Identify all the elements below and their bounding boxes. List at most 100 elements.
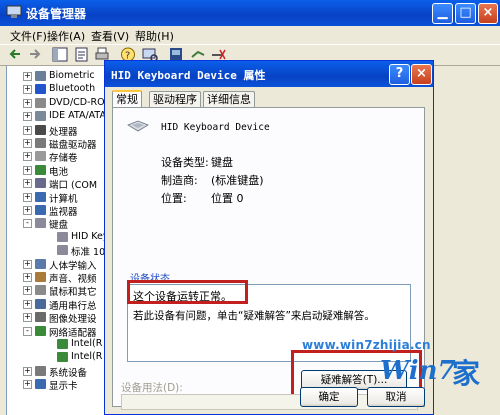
status-hint: 若此设备有问题，单击“疑难解答”来启动疑难解答。 <box>133 310 375 322</box>
expand-icon[interactable]: + <box>23 192 32 202</box>
device-category-icon <box>57 352 68 363</box>
manufacturer-value: (标准键盘) <box>211 174 264 187</box>
expand-icon[interactable]: + <box>23 366 32 376</box>
dialog-title-bar[interactable]: HID Keyboard Device 属性 ? × <box>105 61 433 87</box>
minimize-icon: ▁ <box>437 5 448 20</box>
devmgr-title: 设备管理器 <box>26 7 87 21</box>
tree-item-label: 磁盘驱动器 <box>49 140 97 151</box>
collapse-icon[interactable]: - <box>23 326 32 336</box>
maximize-icon: □ <box>459 5 472 20</box>
tree-item-label: 计算机 <box>49 193 78 205</box>
menu-action[interactable]: 操作(A) <box>47 28 85 44</box>
device-category-icon <box>35 71 46 81</box>
tree-item-label: Intel(R <box>71 351 103 363</box>
expand-icon[interactable]: + <box>23 152 32 162</box>
tab-details[interactable]: 详细信息 <box>203 91 255 108</box>
expand-icon[interactable]: + <box>23 112 32 122</box>
tree-item-label: 图像处理设 <box>49 314 97 326</box>
expand-icon[interactable]: + <box>23 72 32 81</box>
menu-help[interactable]: 帮助(H) <box>135 28 174 44</box>
tree-item-label: Intel(R <box>71 338 103 349</box>
device-category-icon <box>35 298 46 309</box>
general-panel: HID Keyboard Device 设备类型: 键盘 制造商: (标准键盘)… <box>112 107 425 410</box>
tree-item-label: 系统设备 <box>49 367 88 379</box>
tab-driver[interactable]: 驱动程序 <box>149 91 201 108</box>
device-usage-label: 设备用法(D): <box>121 382 183 394</box>
tree-item-label: 键盘 <box>49 220 69 232</box>
tree-item-label: 显示卡 <box>49 381 78 393</box>
collapse-icon[interactable]: - <box>23 219 32 229</box>
menu-bar: 文件(F) 操作(A) 查看(V) 帮助(H) <box>0 26 500 44</box>
cancel-button[interactable]: 取消 <box>367 387 425 407</box>
expand-icon[interactable]: + <box>23 380 32 390</box>
expand-icon[interactable]: + <box>23 259 32 269</box>
ok-button[interactable]: 确定 <box>300 387 358 407</box>
device-category-icon <box>35 138 46 148</box>
tree-item-label: HID Key <box>71 230 107 242</box>
device-category-icon <box>35 151 46 162</box>
device-category-icon <box>35 272 46 282</box>
tree-item-label: 处理器 <box>49 126 78 138</box>
device-tree[interactable]: + Biometric + Bluetooth + DVD/CD-ROM + IDE ATA/… <box>6 66 107 415</box>
tree-item-label: 声音、视频 <box>49 274 97 285</box>
tree-item-label: Biometric <box>49 70 95 81</box>
device-category-icon <box>35 365 46 376</box>
keyboard-icon <box>127 120 149 132</box>
tree-item-label: DVD/CD-ROM <box>49 96 107 108</box>
device-type-label: 设备类型: <box>161 156 209 169</box>
dialog-help-button[interactable]: ? <box>389 64 410 85</box>
back-icon[interactable] <box>8 47 24 62</box>
tree-item-label: 标准 10 <box>71 247 106 259</box>
dialog-title: HID Keyboard Device 属性 <box>111 69 266 82</box>
expand-icon[interactable]: + <box>23 313 32 323</box>
console-tree-icon[interactable] <box>52 47 68 62</box>
expand-icon[interactable]: + <box>23 165 32 175</box>
device-category-icon <box>35 379 46 390</box>
watermark-logo-char: 家 <box>452 357 481 390</box>
watermark-logo: Win7 家 <box>380 350 492 390</box>
expand-icon[interactable]: + <box>23 206 32 215</box>
status-highlight-box <box>127 280 248 304</box>
device-category-icon <box>35 285 46 296</box>
expand-icon[interactable]: + <box>23 179 32 189</box>
forward-icon[interactable] <box>26 47 42 62</box>
maximize-button[interactable]: □ <box>455 3 476 24</box>
properties-icon[interactable] <box>74 47 90 62</box>
minimize-button[interactable]: ▁ <box>432 3 453 24</box>
device-category-icon <box>35 325 46 336</box>
tree-item-label: 端口 (COM <box>49 180 98 192</box>
devmgr-title-bar[interactable]: 设备管理器 ▁ □ × <box>0 0 500 26</box>
device-category-icon <box>35 97 46 108</box>
location-label: 位置: <box>161 192 187 205</box>
tree-item-label: 鼠标和其它 <box>49 287 97 299</box>
device-category-icon <box>35 124 46 135</box>
devmgr-close-button[interactable]: × <box>478 3 498 24</box>
expand-icon[interactable]: + <box>23 98 32 108</box>
device-category-icon <box>57 245 68 256</box>
location-value: 位置 0 <box>211 192 244 205</box>
tree-item-label: IDE ATA/ATA <box>49 110 106 122</box>
menu-view[interactable]: 查看(V) <box>91 28 129 44</box>
dialog-close-button[interactable]: × <box>411 64 432 85</box>
device-manager-icon <box>6 5 22 18</box>
expand-icon[interactable]: + <box>23 139 32 148</box>
close-icon: × <box>416 66 427 81</box>
expand-icon[interactable]: + <box>23 125 32 135</box>
tree-item-label: Bluetooth <box>49 83 96 95</box>
device-category-icon <box>35 191 46 202</box>
close-icon: × <box>482 5 494 20</box>
expand-icon[interactable]: + <box>23 273 32 282</box>
tree-item-label: 人体学输入 <box>49 260 97 272</box>
expand-icon[interactable]: + <box>23 299 32 309</box>
device-name: HID Keyboard Device <box>161 122 270 133</box>
menu-file[interactable]: 文件(F) <box>10 28 47 44</box>
device-category-icon <box>35 258 46 269</box>
manufacturer-label: 制造商: <box>161 174 198 187</box>
expand-icon[interactable]: + <box>23 286 32 296</box>
question-icon: ? <box>395 66 404 81</box>
expand-icon[interactable]: + <box>23 85 32 95</box>
tree-item-label: 通用串行总 <box>49 300 97 312</box>
device-category-icon <box>57 339 68 349</box>
device-category-icon <box>35 84 46 95</box>
tree-item-label: 存储卷 <box>49 153 78 165</box>
